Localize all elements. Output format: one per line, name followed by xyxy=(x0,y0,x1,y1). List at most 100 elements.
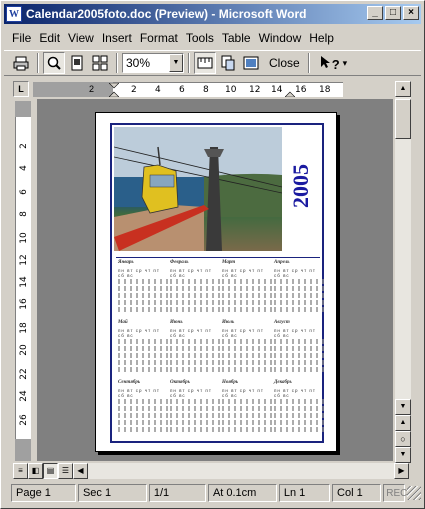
one-page-button[interactable] xyxy=(66,52,88,74)
document-area[interactable]: 2005 Январь пн вт ср чт пт сб вс Февраль п… xyxy=(37,99,393,461)
status-record-macro[interactable]: REC xyxy=(383,484,407,502)
ruler-label: 12 xyxy=(19,254,29,266)
ruler-label: 2 xyxy=(19,143,29,149)
ruler-label: 16 xyxy=(19,298,29,310)
month-block: Июль пн вт ср чт пт сб вс xyxy=(222,320,272,378)
month-block: Июнь пн вт ср чт пт сб вс xyxy=(170,320,220,378)
weekday-header: пн вт ср чт пт сб вс xyxy=(274,388,316,398)
status-column: Col 1 xyxy=(332,484,382,502)
magnifier-icon xyxy=(47,56,61,70)
status-line: Ln 1 xyxy=(278,484,331,502)
printer-icon xyxy=(13,56,29,71)
month-block: Август пн вт ср чт пт сб вс xyxy=(274,320,324,378)
menu-file[interactable]: File xyxy=(8,31,35,45)
ruler-label: 20 xyxy=(19,344,29,356)
multiple-pages-button[interactable] xyxy=(89,52,111,74)
previous-page-button[interactable]: ▲ xyxy=(395,415,411,431)
print-button[interactable] xyxy=(10,52,32,74)
maximize-button[interactable]: □ xyxy=(385,6,401,20)
full-screen-button[interactable] xyxy=(240,52,262,74)
indent-marker-icon[interactable] xyxy=(109,83,119,97)
ruler-label: 18 xyxy=(19,322,29,334)
weekday-header: пн вт ср чт пт сб вс xyxy=(222,268,264,278)
weekday-header: пн вт ср чт пт сб вс xyxy=(118,388,160,398)
weekday-header: пн вт ср чт пт сб вс xyxy=(274,328,316,338)
full-screen-icon xyxy=(243,56,259,70)
horizontal-scroll-row: ≡ ◧ ▤ ☰ ◀ ▶ xyxy=(13,463,409,479)
month-block: Апрель пн вт ср чт пт сб вс xyxy=(274,260,324,318)
outline-view-button[interactable]: ☰ xyxy=(58,463,73,479)
toolbar-separator xyxy=(116,53,118,73)
vertical-ruler[interactable]: 2 4 6 8 10 12 14 16 18 20 22 24 26 xyxy=(15,101,31,461)
scroll-down-button[interactable]: ▼ xyxy=(395,399,411,415)
menu-format[interactable]: Format xyxy=(136,31,182,45)
cable-car-photo xyxy=(114,127,282,251)
ruler-label: 14 xyxy=(19,276,29,288)
menu-insert[interactable]: Insert xyxy=(98,31,136,45)
month-block: Март пн вт ср чт пт сб вс xyxy=(222,260,272,318)
month-block: Ноябрь пн вт ср чт пт сб вс xyxy=(222,380,272,438)
ruler-label: 2 xyxy=(89,84,95,94)
multiple-pages-icon xyxy=(92,55,108,71)
toolbar-separator xyxy=(307,53,310,73)
ruler-label: 10 xyxy=(19,232,29,244)
menu-table[interactable]: Table xyxy=(218,31,255,45)
weekday-header: пн вт ср чт пт сб вс xyxy=(274,268,316,278)
zoom-value: 30% xyxy=(126,56,151,70)
pointer-arrow-icon xyxy=(320,55,330,68)
weekday-header: пн вт ср чт пт сб вс xyxy=(170,388,212,398)
month-name: Май xyxy=(118,320,128,325)
month-block: Сентябрь пн вт ср чт пт сб вс xyxy=(118,380,168,438)
shrink-to-fit-button[interactable] xyxy=(217,52,239,74)
normal-view-button[interactable]: ≡ xyxy=(13,463,28,479)
weekday-header: пн вт ср чт пт сб вс xyxy=(118,268,160,278)
menu-tools[interactable]: Tools xyxy=(182,31,218,45)
right-indent-marker-icon[interactable] xyxy=(285,83,295,97)
scroll-up-button[interactable]: ▲ xyxy=(395,81,411,97)
window-title: Calendar2005foto.doc (Preview) - Microso… xyxy=(26,7,307,21)
context-help-button[interactable]: ? xyxy=(320,55,340,72)
weekday-header: пн вт ср чт пт сб вс xyxy=(222,388,264,398)
month-name: Декабрь xyxy=(274,380,292,385)
chevron-down-icon[interactable]: ▼ xyxy=(169,54,183,72)
scroll-left-button[interactable]: ◀ xyxy=(73,463,88,479)
menu-help[interactable]: Help xyxy=(305,31,338,45)
toolbar-separator xyxy=(37,53,39,73)
menu-bar: File Edit View Insert Format Tools Table… xyxy=(4,28,421,48)
ruler-label: 8 xyxy=(19,211,29,217)
one-page-icon xyxy=(71,55,83,71)
menu-edit[interactable]: Edit xyxy=(35,31,64,45)
minimize-button[interactable]: _ xyxy=(367,6,383,20)
month-name: Февраль xyxy=(170,260,189,265)
horizontal-ruler[interactable]: 2 4 6 8 10 12 14 16 18 xyxy=(109,82,343,97)
status-position: At 0.1cm xyxy=(207,484,277,502)
month-name: Сентябрь xyxy=(118,380,141,385)
web-layout-button[interactable]: ◧ xyxy=(28,463,43,479)
toolbar-options-icon[interactable]: ▾ xyxy=(343,58,348,69)
scroll-thumb[interactable] xyxy=(395,99,411,139)
weekday-header: пн вт ср чт пт сб вс xyxy=(222,328,264,338)
page-preview[interactable]: 2005 Январь пн вт ср чт пт сб вс Февраль п… xyxy=(95,112,337,452)
weekday-header: пн вт ср чт пт сб вс xyxy=(170,328,212,338)
ruler-icon xyxy=(197,57,213,69)
next-page-button[interactable]: ▼ xyxy=(395,447,411,463)
menu-view[interactable]: View xyxy=(64,31,98,45)
scroll-right-button[interactable]: ▶ xyxy=(394,463,409,479)
select-browse-object-button[interactable]: ○ xyxy=(395,431,411,447)
close-preview-button[interactable]: Close xyxy=(265,56,304,70)
ruler-label: 6 xyxy=(179,85,185,95)
magnifier-button[interactable] xyxy=(43,52,65,74)
horizontal-scroll-track[interactable] xyxy=(88,463,394,479)
zoom-select[interactable]: 30% ▼ xyxy=(122,53,184,73)
ruler-label: 4 xyxy=(19,165,29,171)
resize-grip-icon[interactable] xyxy=(407,486,422,500)
title-bar[interactable]: W Calendar2005foto.doc (Preview) - Micro… xyxy=(4,4,421,24)
month-name: Апрель xyxy=(274,260,290,265)
print-layout-button[interactable]: ▤ xyxy=(43,463,58,479)
word-app-icon[interactable]: W xyxy=(6,6,22,22)
menu-window[interactable]: Window xyxy=(255,31,306,45)
view-ruler-button[interactable] xyxy=(194,52,216,74)
vertical-scrollbar[interactable]: ▲ ▼ ▲ ○ ▼ xyxy=(395,81,411,463)
close-window-button[interactable]: × xyxy=(403,6,419,20)
tab-selector[interactable]: L xyxy=(13,81,29,97)
